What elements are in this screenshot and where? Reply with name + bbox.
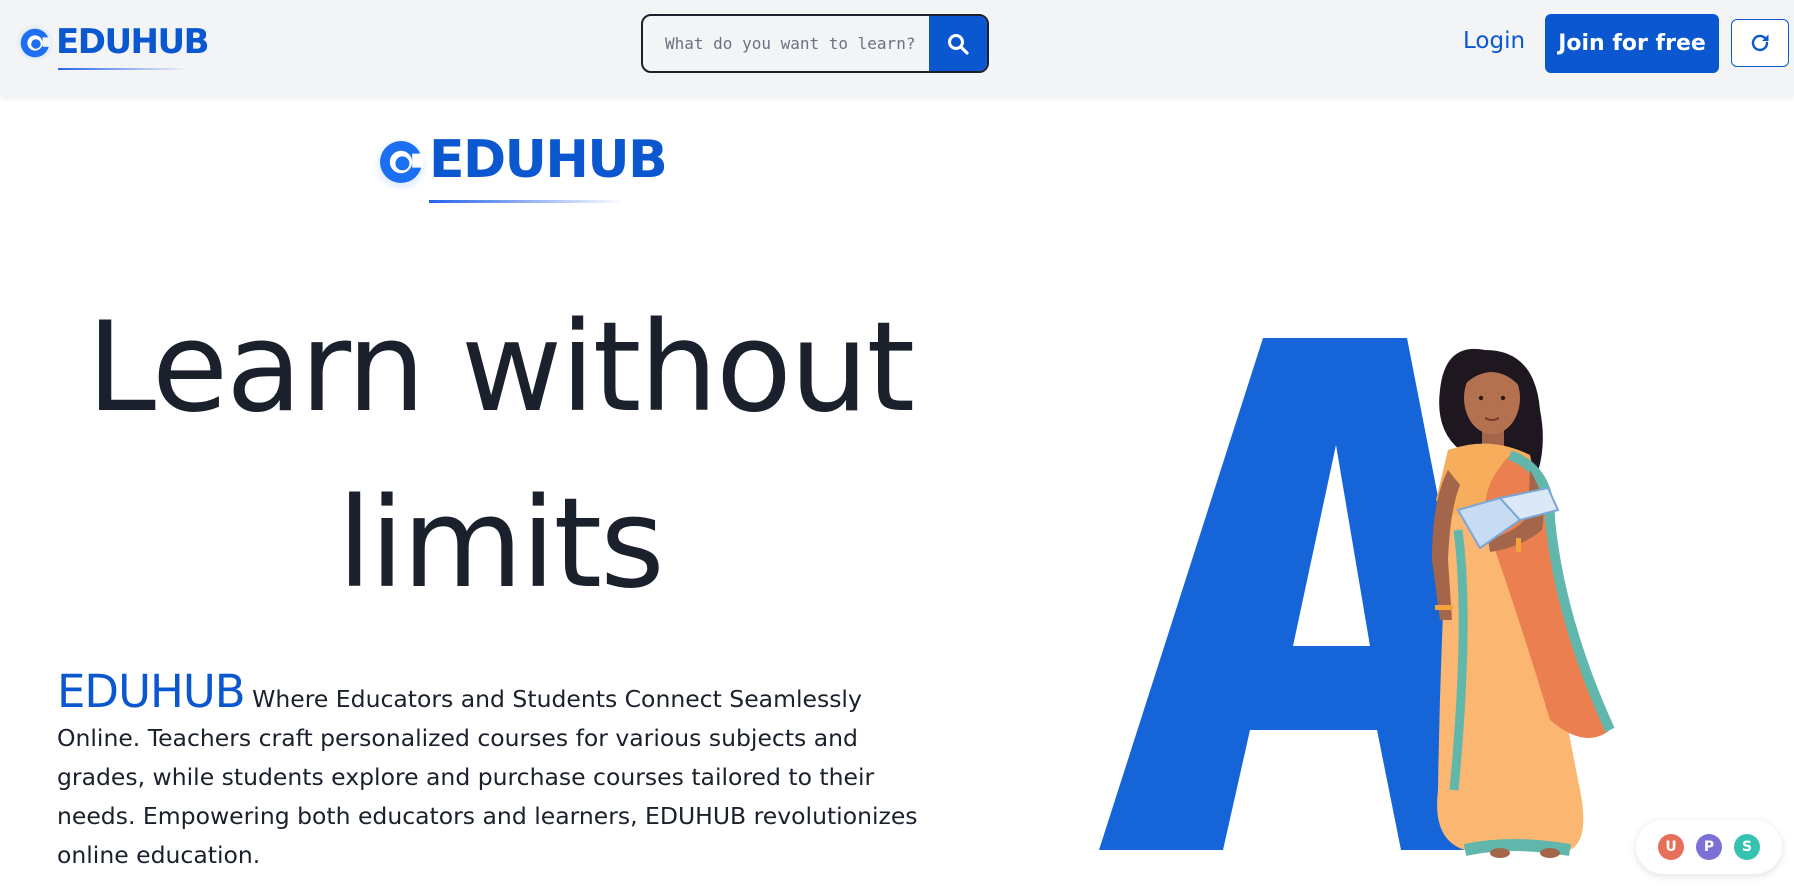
hero-logo: EDUHUB [373,130,668,210]
avatar[interactable]: P [1696,834,1722,860]
login-link[interactable]: Login [1463,28,1525,54]
teacher-figure [1432,348,1615,858]
avatar[interactable]: S [1734,834,1760,860]
hero-illustration [1099,338,1615,858]
search-icon [948,33,969,55]
brand-underline [58,68,188,70]
about-paragraph: EDUHUB Where Educators and Students Conn… [57,669,937,875]
search-bar [641,14,989,73]
brand-underline [429,200,625,203]
headline-line-1: Learn without [86,296,915,440]
presence-avatars[interactable]: U P S [1636,820,1782,874]
top-navbar: EDUHUB Login Join for free [0,0,1794,96]
brand-name: EDUHUB [56,22,210,62]
avatar[interactable]: U [1658,834,1684,860]
join-for-free-button[interactable]: Join for free [1545,14,1719,73]
hero-headline: Learn without limits [60,280,940,632]
search-button[interactable] [929,16,987,71]
headline-line-2: limits [337,472,664,616]
logo-mark-icon [16,24,54,62]
search-input[interactable] [643,16,929,71]
header-logo[interactable]: EDUHUB [16,20,210,76]
refresh-icon [1751,34,1769,52]
refresh-button[interactable] [1731,19,1789,67]
hero-brand-name: EDUHUB [429,130,668,190]
about-brand-name: EDUHUB [57,665,246,718]
logo-mark-icon [373,136,429,190]
